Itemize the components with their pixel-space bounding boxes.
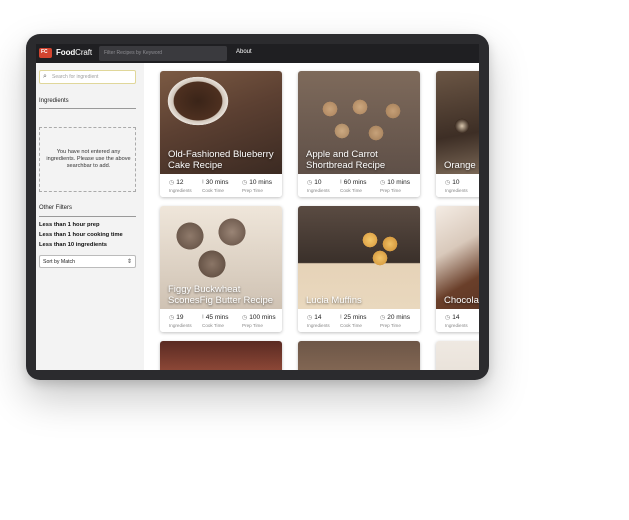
prep-time-icon: ◷ [242,315,248,321]
recipe-stats: ◷ 19 Ingredients ⵑ 45 mins Cook Time ◷ 100 mi… [160,309,282,332]
recipe-stats: ◷ 10 Ingredients [436,174,479,197]
ingredients-icon: ◷ [307,315,313,321]
filter-cook-under-hour[interactable]: Less than 1 hour cooking time [39,232,123,238]
divider [39,108,136,109]
recipe-title: Chocola... Brownie... [444,295,479,306]
ingredients-icon: ◷ [445,180,451,186]
recipe-card[interactable]: Orange ... Recipe ◷10Ingredients [436,71,479,197]
sidebar: ⌕ Search for ingredient Ingredients You … [36,63,144,370]
recipe-title: Apple and Carrot Shortbread Recipe [306,149,386,171]
logo-icon[interactable]: FC [39,48,52,58]
recipe-title: Lucia Muffins [306,295,362,306]
recipe-card[interactable]: Apple and Carrot Shortbread Recipe ◷ 10 In… [298,71,420,197]
ingredient-search-input[interactable]: ⌕ Search for ingredient [39,70,136,84]
brand-name[interactable]: FoodCraft [56,48,92,57]
recipe-stats: ◷ 14 Ingredients [436,309,479,332]
recipe-photo [298,206,420,309]
recipe-card[interactable] [160,341,282,370]
other-filters-heading: Other Filters [39,205,73,211]
ingredients-icon: ◷ [169,180,175,186]
recipe-card[interactable]: Lucia Muffins ◷ 14 Ingredients ⵑ 25 mins Coo… [298,206,420,332]
cook-time-icon: ⵑ [202,315,204,321]
filter-prep-under-hour[interactable]: Less than 1 hour prep [39,222,100,228]
recipe-photo [436,206,479,309]
tablet-frame: FC FoodCraft Filter Recipes by Keyword A… [26,34,489,380]
ingredients-icon: ◷ [307,180,313,186]
recipe-search-input[interactable]: Filter Recipes by Keyword [99,46,227,61]
recipe-title: Figgy Buckwheat SconesFig Butter Recipe [168,284,274,306]
recipe-title: Orange ... Recipe [444,160,479,171]
ingredients-heading: Ingredients [39,98,69,104]
prep-time-icon: ◷ [242,180,248,186]
recipe-title: Old-Fashioned Blueberry Cake Recipe [168,149,274,171]
cook-time-icon: ⵑ [202,180,204,186]
cook-time-icon: ⵑ [340,315,342,321]
sort-select[interactable]: Sort by Match ⇕ [39,255,136,268]
select-arrows-icon: ⇕ [126,259,132,265]
filter-under-ten-ingredients[interactable]: Less than 10 ingredients [39,242,107,248]
recipe-card[interactable]: Chocola... Brownie... ◷14Ingredients [436,206,479,332]
recipe-grid: Old-Fashioned Blueberry Cake Recipe ◷ 12 I… [144,63,479,370]
recipe-card[interactable]: Figgy Buckwheat SconesFig Butter Recipe … [160,206,282,332]
recipe-stats: ◷ 10 Ingredients ⵑ 60 mins Cook Time ◷ 10 min… [298,174,420,197]
prep-time-icon: ◷ [380,315,386,321]
search-icon: ⌕ [43,73,47,80]
prep-time-icon: ◷ [380,180,386,186]
about-link[interactable]: About [236,49,252,55]
top-navbar: FC FoodCraft Filter Recipes by Keyword A… [36,44,479,63]
recipe-photo [436,341,479,370]
divider [39,216,136,217]
ingredients-icon: ◷ [445,315,451,321]
recipe-photo [160,341,282,370]
recipe-card[interactable] [436,341,479,370]
ingredients-icon: ◷ [169,315,175,321]
app-screen: FC FoodCraft Filter Recipes by Keyword A… [36,44,479,370]
recipe-card[interactable] [298,341,420,370]
recipe-stats: ◷ 12 Ingredients ⵑ 30 mins Cook Time ◷ 10 min… [160,174,282,197]
recipe-photo [298,341,420,370]
recipe-card[interactable]: Old-Fashioned Blueberry Cake Recipe ◷ 12 I… [160,71,282,197]
recipe-photo [436,71,479,174]
cook-time-icon: ⵑ [340,180,342,186]
empty-ingredients-box: You have not entered any ingredients. Pl… [39,127,136,192]
recipe-stats: ◷ 14 Ingredients ⵑ 25 mins Cook Time ◷ 20 min… [298,309,420,332]
